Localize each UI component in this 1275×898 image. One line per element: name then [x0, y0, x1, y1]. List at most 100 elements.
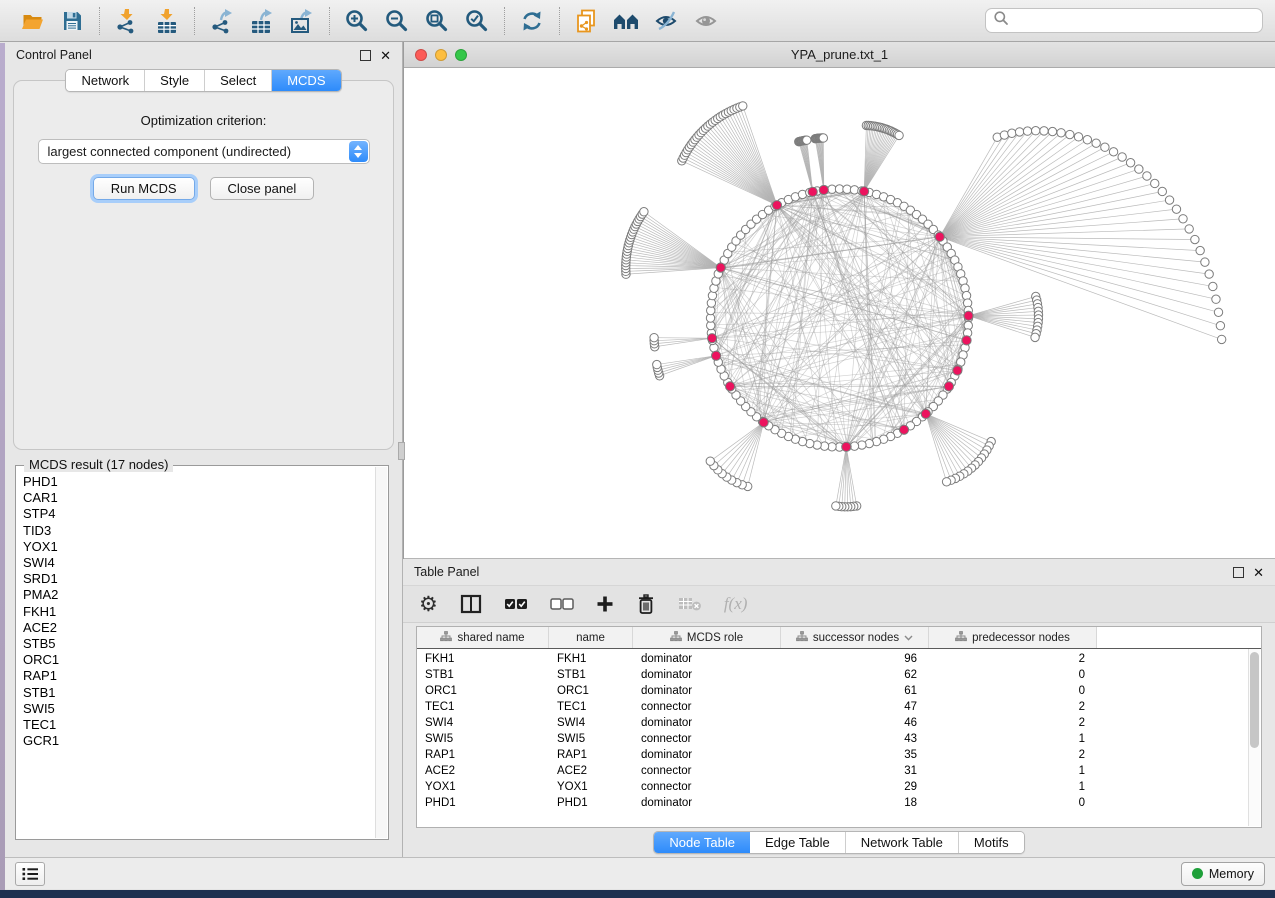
export-image-icon[interactable] — [287, 7, 317, 35]
column-header-successor-nodes[interactable]: successor nodes — [781, 627, 929, 648]
table-cell: dominator — [633, 717, 781, 729]
float-panel-icon[interactable] — [1233, 567, 1244, 578]
window-close-icon[interactable] — [415, 49, 427, 61]
column-header-name[interactable]: name — [549, 627, 633, 648]
memory-label: Memory — [1209, 867, 1254, 881]
mcds-result-item[interactable]: FKH1 — [23, 604, 376, 620]
table-cell: 61 — [781, 685, 929, 697]
hide-selected-icon[interactable] — [652, 7, 682, 35]
table-scrollbar-thumb[interactable] — [1250, 652, 1259, 748]
save-session-icon[interactable] — [57, 7, 87, 35]
refresh-view-icon[interactable] — [517, 7, 547, 35]
tab-node-table[interactable]: Node Table — [654, 832, 750, 853]
window-maximize-icon[interactable] — [455, 49, 467, 61]
table-row[interactable]: ORC1ORC1dominator610 — [417, 683, 1261, 699]
mcds-result-item[interactable]: STB1 — [23, 685, 376, 701]
memory-button[interactable]: Memory — [1181, 862, 1265, 886]
mcds-result-item[interactable]: STB5 — [23, 636, 376, 652]
table-row[interactable]: STB1STB1dominator620 — [417, 667, 1261, 683]
task-history-button[interactable] — [15, 862, 45, 886]
mcds-result-item[interactable]: ORC1 — [23, 652, 376, 668]
first-neighbors-icon[interactable] — [612, 7, 642, 35]
zoom-out-icon[interactable] — [382, 7, 412, 35]
search-input[interactable] — [1014, 12, 1255, 29]
window-minimize-icon[interactable] — [435, 49, 447, 61]
table-cell: PHD1 — [417, 797, 549, 809]
tab-edge-table[interactable]: Edge Table — [750, 832, 846, 853]
float-panel-icon[interactable] — [360, 50, 371, 61]
tab-network-table[interactable]: Network Table — [846, 832, 959, 853]
mcds-result-item[interactable]: STP4 — [23, 506, 376, 522]
table-cell: TEC1 — [417, 701, 549, 713]
optimization-criterion-select[interactable]: largest connected component (undirected) — [38, 139, 370, 164]
close-panel-icon[interactable]: ✕ — [380, 49, 391, 62]
mcds-result-list[interactable]: PHD1CAR1STP4TID3YOX1SWI4SRD1PMA2FKH1ACE2… — [16, 468, 376, 839]
table-cell: dominator — [633, 669, 781, 681]
settings-icon[interactable]: ⚙ — [419, 591, 438, 617]
mcds-result-item[interactable]: CAR1 — [23, 490, 376, 506]
mcds-result-item[interactable]: RAP1 — [23, 668, 376, 684]
zoom-selected-icon[interactable] — [462, 7, 492, 35]
column-header-predecessor-nodes[interactable]: predecessor nodes — [929, 627, 1097, 648]
mcds-result-item[interactable]: SRD1 — [23, 571, 376, 587]
table-row[interactable]: PHD1PHD1dominator180 — [417, 795, 1261, 811]
table-cell: TEC1 — [549, 701, 633, 713]
delete-column-icon[interactable] — [636, 591, 656, 617]
table-cell: YOX1 — [549, 781, 633, 793]
show-all-icon[interactable] — [692, 7, 722, 35]
deselect-all-icon[interactable] — [550, 591, 574, 617]
mcds-result-item[interactable]: PHD1 — [23, 474, 376, 490]
table-cell: 18 — [781, 797, 929, 809]
zoom-in-icon[interactable] — [342, 7, 372, 35]
import-table-icon[interactable] — [152, 7, 182, 35]
table-row[interactable]: RAP1RAP1dominator352 — [417, 747, 1261, 763]
table-cell: STB1 — [417, 669, 549, 681]
splitter-grip[interactable] — [398, 442, 405, 460]
tab-mcds[interactable]: MCDS — [272, 70, 340, 91]
table-row[interactable]: FKH1FKH1dominator962 — [417, 651, 1261, 667]
column-label: MCDS role — [687, 632, 743, 644]
column-header-mcds-role[interactable]: MCDS role — [633, 627, 781, 648]
control-panel: Control Panel ✕ NetworkStyleSelectMCDS O… — [5, 42, 403, 857]
add-column-icon[interactable] — [596, 591, 614, 617]
select-all-icon[interactable] — [504, 591, 528, 617]
mcds-result-item[interactable]: PMA2 — [23, 587, 376, 603]
tab-motifs[interactable]: Motifs — [959, 832, 1024, 853]
mcds-result-item[interactable]: TEC1 — [23, 717, 376, 733]
column-layout-icon[interactable] — [460, 591, 482, 617]
import-network-icon[interactable] — [112, 7, 142, 35]
mcds-result-item[interactable]: ACE2 — [23, 620, 376, 636]
table-cell: 29 — [781, 781, 929, 793]
table-row[interactable]: SWI4SWI4dominator462 — [417, 715, 1261, 731]
close-panel-button[interactable]: Close panel — [210, 177, 315, 200]
table-row[interactable]: YOX1YOX1connector291 — [417, 779, 1261, 795]
network-canvas[interactable] — [404, 68, 1275, 559]
table-cell: 43 — [781, 733, 929, 745]
close-panel-icon[interactable]: ✕ — [1253, 566, 1264, 579]
tab-style[interactable]: Style — [145, 70, 205, 91]
mcds-result-item[interactable]: YOX1 — [23, 539, 376, 555]
table-scrollbar[interactable] — [1248, 649, 1260, 826]
select-stepper-icon — [349, 141, 368, 162]
mcds-result-item[interactable]: GCR1 — [23, 733, 376, 749]
export-network-icon[interactable] — [207, 7, 237, 35]
mcds-result-item[interactable]: SWI4 — [23, 555, 376, 571]
export-table-icon[interactable] — [247, 7, 277, 35]
mcds-list-scrollbar[interactable] — [375, 467, 387, 838]
toolbar-separator — [99, 7, 100, 35]
tab-select[interactable]: Select — [205, 70, 272, 91]
network-title: YPA_prune.txt_1 — [404, 47, 1275, 62]
table-row[interactable]: ACE2ACE2connector311 — [417, 763, 1261, 779]
mcds-result-item[interactable]: TID3 — [23, 523, 376, 539]
table-row[interactable]: SWI5SWI5connector431 — [417, 731, 1261, 747]
column-header-shared-name[interactable]: shared name — [417, 627, 549, 648]
search-field[interactable] — [985, 8, 1263, 33]
mcds-result-item[interactable]: SWI5 — [23, 701, 376, 717]
clone-network-icon[interactable] — [572, 7, 602, 35]
network-window-titlebar[interactable]: YPA_prune.txt_1 — [404, 42, 1275, 68]
open-file-icon[interactable] — [17, 7, 47, 35]
run-mcds-button[interactable]: Run MCDS — [93, 177, 195, 200]
zoom-fit-icon[interactable] — [422, 7, 452, 35]
tab-network[interactable]: Network — [66, 70, 145, 91]
table-row[interactable]: TEC1TEC1connector472 — [417, 699, 1261, 715]
